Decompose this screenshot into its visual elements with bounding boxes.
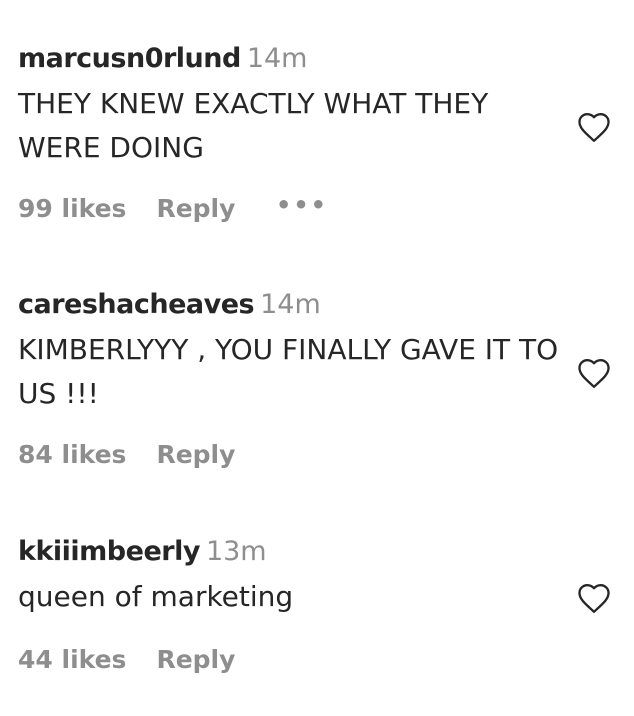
comment-likes-count[interactable]: 99 likes: [18, 194, 126, 223]
comment-likes-count[interactable]: 44 likes: [18, 645, 126, 674]
heart-outline-icon[interactable]: [576, 111, 612, 143]
heart-outline-icon[interactable]: [576, 582, 612, 614]
comment-timestamp[interactable]: 14m: [260, 289, 321, 320]
comment-timestamp[interactable]: 13m: [206, 536, 267, 567]
comment-item: marcusn0rlund 14m THEY KNEW EXACTLY WHAT …: [18, 42, 618, 223]
more-options-icon[interactable]: •••: [276, 190, 328, 220]
comment-text: THEY KNEW EXACTLY WHAT THEY WERE DOING: [18, 87, 489, 164]
comment-timestamp[interactable]: 14m: [247, 43, 308, 74]
comment-item: careshacheaves 14m KIMBERLYYY , YOU FINAL…: [18, 288, 618, 469]
reply-button[interactable]: Reply: [156, 194, 235, 223]
comment-header: marcusn0rlund 14m: [18, 42, 618, 76]
comment-text: queen of marketing: [18, 580, 294, 613]
comment-header: kkiiimbeerly 13m: [18, 535, 618, 569]
comment-item: kkiiimbeerly 13m queen of marketing 44 li…: [18, 535, 618, 674]
comment-meta: 99 likes Reply •••: [18, 191, 326, 224]
comment-text: KIMBERLYYY , YOU FINALLY GAVE IT TO US !…: [18, 333, 559, 410]
reply-button[interactable]: Reply: [156, 645, 235, 674]
comment-likes-count[interactable]: 84 likes: [18, 440, 126, 469]
comment-username[interactable]: kkiiimbeerly: [18, 536, 200, 567]
comment-meta: 84 likes Reply: [18, 440, 235, 470]
comment-username[interactable]: marcusn0rlund: [18, 43, 241, 74]
heart-outline-icon[interactable]: [576, 357, 612, 389]
reply-button[interactable]: Reply: [156, 440, 235, 469]
comment-header: careshacheaves 14m: [18, 288, 618, 322]
comment-username[interactable]: careshacheaves: [18, 289, 255, 320]
comment-meta: 44 likes Reply: [18, 645, 235, 675]
